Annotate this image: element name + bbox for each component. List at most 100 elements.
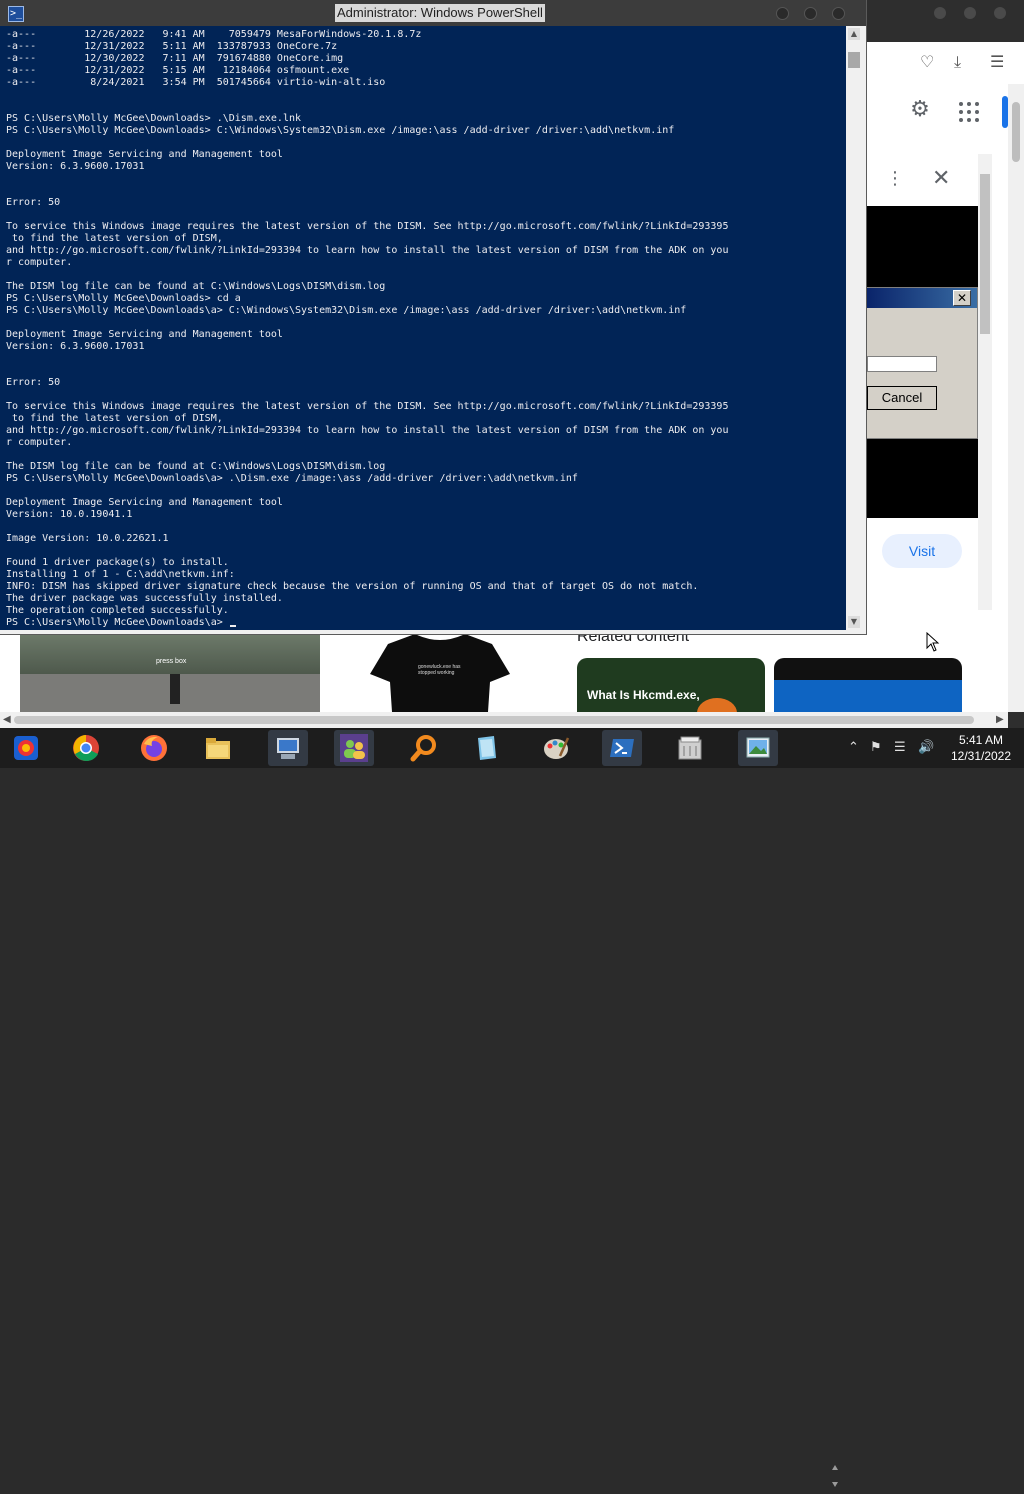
palette-icon <box>544 737 570 759</box>
console-output[interactable]: -a--- 12/26/2022 9:41 AM 7059479 MesaFor… <box>0 26 846 630</box>
chrome-icon <box>73 735 99 761</box>
gear-icon[interactable]: ⚙ <box>908 98 932 122</box>
console-line: PS C:\Users\Molly McGee\Downloads\a> C:\… <box>6 305 687 316</box>
google-header-row: ⚙ <box>866 90 1008 134</box>
system-clock[interactable]: 5:41 AM 12/31/2022 <box>944 732 1018 764</box>
text-cursor <box>229 625 236 627</box>
console-line: PS C:\Users\Molly McGee\Downloads> .\Dis… <box>6 113 302 124</box>
visit-button[interactable]: Visit <box>882 534 962 568</box>
taskbar-paint[interactable] <box>536 730 576 766</box>
console-line: Deployment Image Servicing and Managemen… <box>6 149 283 160</box>
console-line: r computer. <box>6 257 73 268</box>
powershell-icon[interactable]: >_ <box>8 6 24 22</box>
console-line: To service this Windows image requires t… <box>6 401 729 412</box>
dialog-close-icon: ✕ <box>953 290 971 306</box>
volume-icon[interactable]: 🔊 <box>918 740 934 756</box>
taskbar-notepad[interactable] <box>466 730 506 766</box>
dialog-cancel-button: Cancel <box>867 386 937 410</box>
computer-icon <box>277 738 299 759</box>
magnifier-icon <box>410 735 436 762</box>
console-line: The operation completed successfully. <box>6 605 229 616</box>
pocket-icon[interactable]: ♡ <box>920 52 934 72</box>
minimize-button[interactable] <box>934 7 946 19</box>
panel-scrollbar[interactable] <box>978 154 992 610</box>
related-card-hkcmd[interactable]: What Is Hkcmd.exe, <box>577 658 765 712</box>
mouse-pointer-icon <box>926 632 940 652</box>
taskbar-image-viewer[interactable] <box>738 730 778 766</box>
console-vertical-scrollbar[interactable]: ▲ ▼ <box>846 26 862 630</box>
console-line: to find the latest version of DISM, <box>6 413 223 424</box>
console-line: to find the latest version of DISM, <box>6 233 223 244</box>
action-center-flag-icon[interactable]: ⚑ <box>870 740 882 756</box>
console-text: -a--- 12/26/2022 9:41 AM 7059479 MesaFor… <box>6 29 728 629</box>
picture-icon <box>746 737 770 758</box>
scroll-down-icon[interactable]: ▼ <box>848 616 860 628</box>
taskbar-scroll-icon[interactable] <box>830 1458 840 1494</box>
apps-grid-icon[interactable] <box>959 102 979 122</box>
account-avatar-edge[interactable] <box>1002 96 1008 128</box>
console-line: Image Version: 10.0.22621.1 <box>6 533 169 544</box>
console-line: PS C:\Users\Molly McGee\Downloads> cd a <box>6 293 241 304</box>
taskbar-remote-desktop[interactable] <box>268 730 308 766</box>
console-scrollbar-thumb[interactable] <box>848 52 860 68</box>
taskbar-file-explorer[interactable] <box>198 730 238 766</box>
window-title: Administrator: Windows PowerShell <box>335 4 545 22</box>
horizontal-scrollbar[interactable]: ◀ ▶ <box>0 712 1008 728</box>
powershell-window[interactable]: >_ Administrator: Windows PowerShell -a-… <box>0 0 866 634</box>
card-image <box>774 680 962 712</box>
scroll-left-icon[interactable]: ◀ <box>3 714 11 725</box>
panel-scrollbar-thumb[interactable] <box>980 174 990 334</box>
console-prompt: PS C:\Users\Molly McGee\Downloads\a> <box>6 617 229 628</box>
maximize-button[interactable] <box>804 7 817 20</box>
notepad-icon <box>478 736 496 760</box>
close-button[interactable] <box>832 7 845 20</box>
scrollbar-thumb[interactable] <box>1012 102 1020 162</box>
console-line: -a--- 12/31/2022 5:15 AM 12184064 osfmou… <box>6 65 350 76</box>
taskbar-chrome-remote-app[interactable] <box>6 730 46 766</box>
tray-chevron-up-icon[interactable]: ⌃ <box>848 740 859 756</box>
close-icon[interactable]: ✕ <box>932 166 950 191</box>
console-line: -a--- 8/24/2021 3:54 PM 501745664 virtio… <box>6 77 386 88</box>
hscroll-thumb[interactable] <box>14 716 974 724</box>
minimize-button[interactable] <box>776 7 789 20</box>
console-line: To service this Windows image requires t… <box>6 221 729 232</box>
console-line: Deployment Image Servicing and Managemen… <box>6 329 283 340</box>
related-card-2[interactable] <box>774 658 962 712</box>
network-icon[interactable]: ☰ <box>894 740 906 756</box>
video-overlay-text: press box <box>156 658 187 665</box>
scroll-up-icon[interactable]: ▲ <box>848 28 860 40</box>
console-line: -a--- 12/30/2022 7:11 AM 791674880 OneCo… <box>6 53 344 64</box>
video-thumbnail[interactable]: press box <box>20 634 320 712</box>
menu-icon[interactable]: ☰ <box>990 52 1004 72</box>
taskbar-network-users[interactable] <box>334 730 374 766</box>
person-figure <box>170 674 180 704</box>
related-card-title: What Is Hkcmd.exe, <box>587 688 700 702</box>
console-line: The DISM log file can be found at C:\Win… <box>6 281 386 292</box>
console-line: PS C:\Users\Molly McGee\Downloads> C:\Wi… <box>6 125 675 136</box>
taskbar-google-chrome[interactable] <box>66 730 106 766</box>
users-icon <box>340 734 368 762</box>
console-line: Version: 6.3.9600.17031 <box>6 341 145 352</box>
console-line: Version: 10.0.19041.1 <box>6 509 133 520</box>
taskbar-firefox[interactable] <box>134 730 174 766</box>
console-line: PS C:\Users\Molly McGee\Downloads\a> .\D… <box>6 473 578 484</box>
taskbar-file-cabinet[interactable] <box>670 730 710 766</box>
console-line: and http://go.microsoft.com/fwlink/?Link… <box>6 425 729 436</box>
taskbar-powershell[interactable] <box>602 730 642 766</box>
console-line: Version: 6.3.9600.17031 <box>6 161 145 172</box>
legacy-dialog-image: ✕ Cancel <box>866 287 978 439</box>
tshirt-text: gonewluck.exe has stopped working <box>418 664 461 676</box>
scroll-right-icon[interactable]: ▶ <box>996 714 1004 725</box>
tshirt-thumbnail[interactable]: gonewluck.exe has stopped working <box>360 634 520 712</box>
powershell-titlebar[interactable]: >_ Administrator: Windows PowerShell <box>0 0 866 26</box>
download-icon[interactable]: ⤓ <box>954 52 961 72</box>
more-vert-icon[interactable]: ⋮ <box>886 168 904 189</box>
console-line: Installing 1 of 1 - C:\add\netkvm.inf: <box>6 569 235 580</box>
maximize-button[interactable] <box>964 7 976 19</box>
page-vertical-scrollbar[interactable] <box>1008 84 1024 712</box>
taskbar-search[interactable] <box>404 730 444 766</box>
firefox-icon <box>141 735 167 761</box>
console-line: Error: 50 <box>6 377 61 388</box>
console-line: Found 1 driver package(s) to install. <box>6 557 229 568</box>
close-button[interactable] <box>994 7 1006 19</box>
